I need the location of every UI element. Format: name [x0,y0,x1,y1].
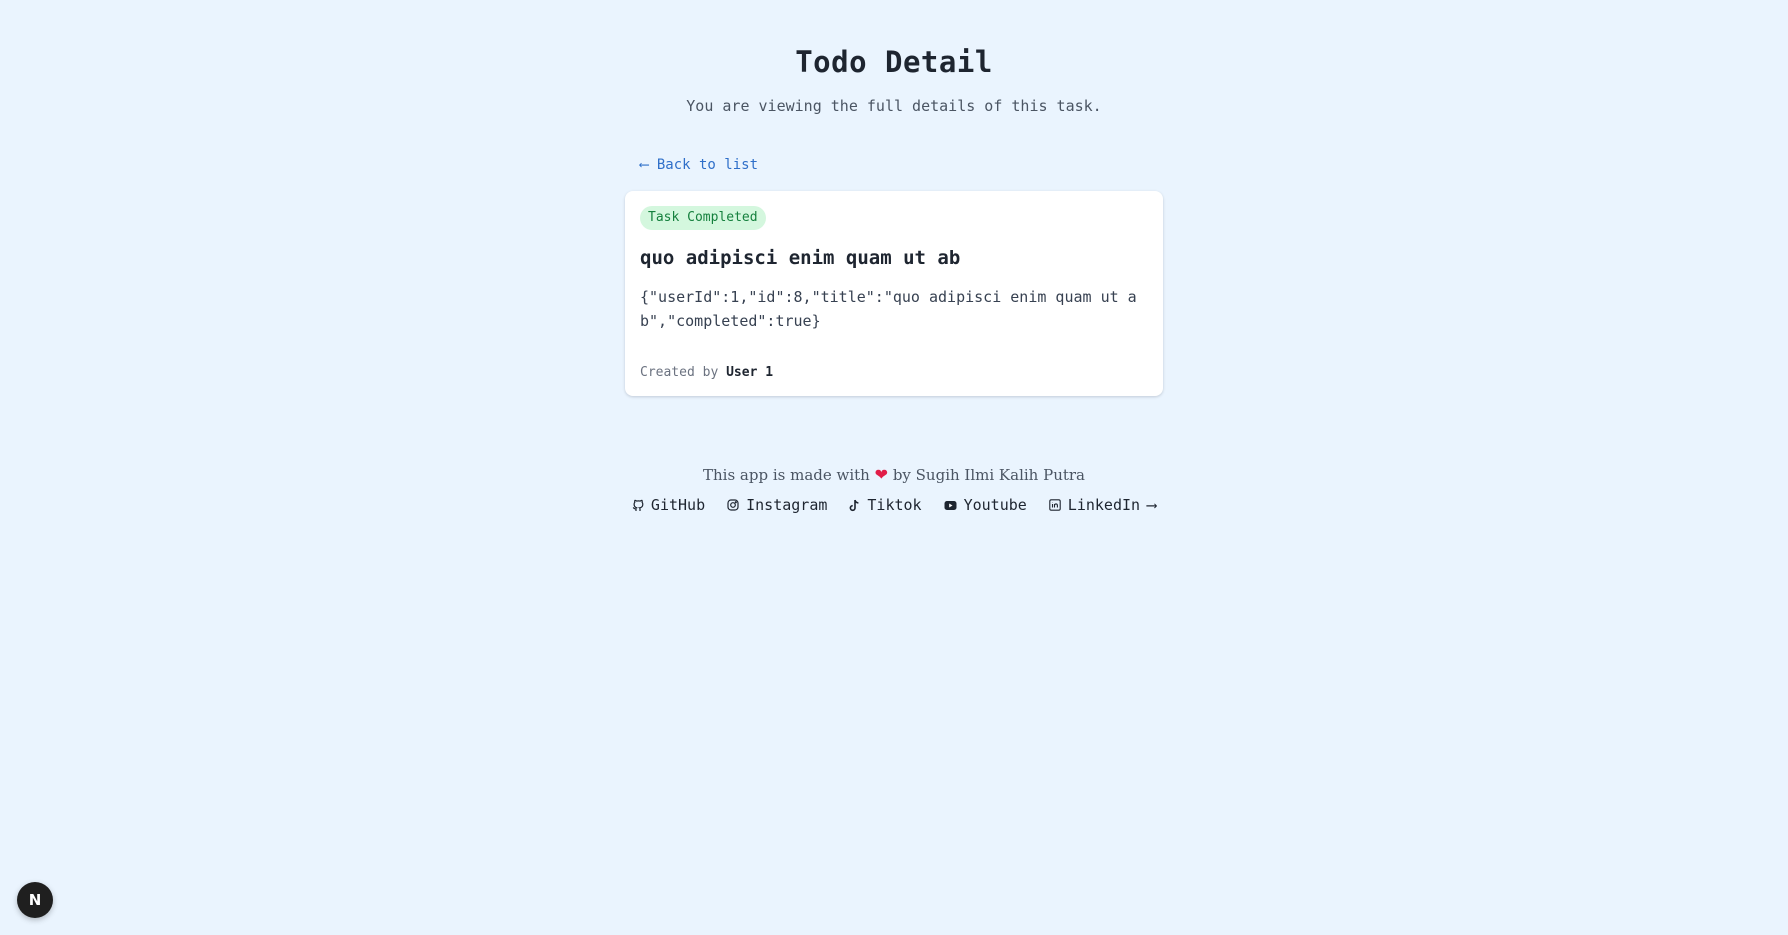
linkedin-link[interactable]: LinkedIn ⟶ [1049,494,1156,516]
github-link[interactable]: GitHub [632,494,705,516]
page-header: Todo Detail You are viewing the full det… [0,42,1788,116]
footer-credit: This app is made with ❤ by Sugih Ilmi Ka… [0,464,1788,486]
created-by-user: User 1 [726,365,774,380]
back-to-list-link[interactable]: ⟵ Back to list [640,155,758,175]
social-links: GitHub Instagram Tiktok Youtube LinkedIn… [0,494,1788,516]
youtube-label: Youtube [963,496,1027,514]
linkedin-label: LinkedIn [1067,496,1141,514]
youtube-link[interactable]: Youtube [944,494,1027,516]
page: Todo Detail You are viewing the full det… [0,0,1788,935]
instagram-icon [727,499,739,511]
page-title: Todo Detail [795,45,993,79]
task-raw-json: {"userId":1,"id":8,"title":"quo adipisci… [640,288,1137,330]
instagram-link[interactable]: Instagram [727,494,827,516]
heart-icon: ❤ [874,465,889,484]
task-detail-card: Task Completed quo adipisci enim quam ut… [625,191,1163,396]
github-label: GitHub [650,496,706,514]
task-title: quo adipisci enim quam ut ab [640,247,961,269]
created-by-label: Created by [640,365,719,380]
instagram-label: Instagram [746,496,828,514]
created-by: Created by User 1 [640,364,773,382]
tiktok-icon [849,499,860,512]
credit-before: This app is made with [702,466,870,484]
status-badge: Task Completed [640,206,766,230]
credit-after: by Sugih Ilmi Kalih Putra [892,466,1085,484]
github-icon [632,498,644,512]
nextjs-logo-icon: N [28,891,42,909]
tiktok-link[interactable]: Tiktok [849,494,922,516]
page-subtitle: You are viewing the full details of this… [686,97,1102,115]
linkedin-icon [1049,499,1061,511]
footer: This app is made with ❤ by Sugih Ilmi Ka… [0,464,1788,516]
nextjs-dev-badge[interactable]: N [17,882,53,918]
tiktok-label: Tiktok [867,496,922,514]
arrow-right-icon: ⟶ [1147,496,1157,514]
youtube-icon [944,500,957,511]
